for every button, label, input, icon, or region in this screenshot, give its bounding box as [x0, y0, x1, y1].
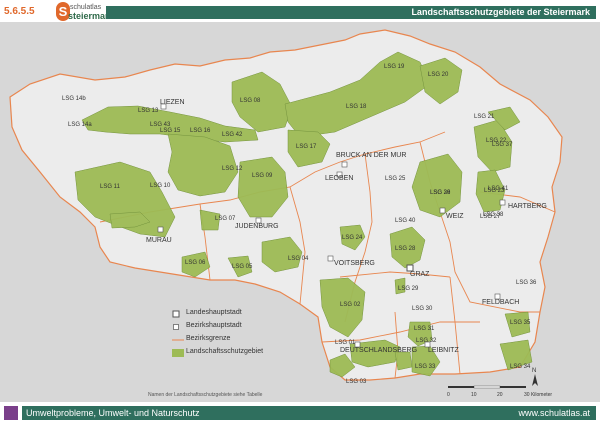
chapter-code: 5.6.5.5 [4, 6, 35, 17]
area-label: LSG 29 [398, 286, 419, 292]
area-label: LSG 06 [185, 260, 206, 266]
area-label: LSG 25 [385, 176, 406, 182]
area-label: LSG 34 [510, 364, 531, 370]
scale-tick: 20 [497, 392, 503, 398]
north-arrow: N [532, 368, 538, 386]
scale-tick: 0 [447, 392, 450, 398]
north-arrow-icon [532, 374, 538, 386]
area-label: LSG 24 [342, 235, 363, 241]
logo-top-text: schulatlas [70, 4, 102, 11]
area-label: LSG 01 [335, 340, 356, 346]
area-label: LSG 36 [516, 280, 537, 286]
place-label: VOITSBERG [334, 260, 375, 267]
area-label: LSG 20 [428, 72, 449, 78]
area-label: LSG 38 [483, 212, 504, 218]
place-label: FELDBACH [482, 299, 519, 306]
area-label: LSG 09 [252, 173, 273, 179]
district-capital-marker [157, 226, 164, 233]
area-label: LSG 16 [190, 128, 211, 134]
topic-icon [4, 406, 18, 420]
place-label: BRUCK AN DER MUR [336, 152, 406, 159]
place-label: HARTBERG [508, 203, 547, 210]
area-label: LSG 28 [395, 246, 416, 252]
protected-area-swatch-icon [172, 349, 184, 357]
place-label: MURAU [146, 237, 172, 244]
legend-district-capital: Bezirkshauptstadt [173, 322, 242, 330]
district-capital-marker [327, 255, 334, 262]
header-bar: 5.6.5.5 S schulatlas steiermark Landscha… [0, 0, 600, 22]
border-line-icon [172, 339, 184, 341]
schulatlas-logo[interactable]: S schulatlas steiermark [56, 2, 114, 21]
area-label: LSG 17 [296, 144, 317, 150]
area-label: LSG 07 [215, 216, 236, 222]
footer-stripe: Umweltprobleme, Umwelt- und Naturschutz … [22, 406, 596, 420]
map-title: Landschaftsschutzgebiete der Steiermark [411, 7, 590, 17]
place-label: JUDENBURG [235, 223, 279, 230]
area-label: LSG 37 [492, 142, 513, 148]
legend-protected-area: Landschaftsschutzgebiet [172, 348, 264, 357]
capital-square-icon [172, 310, 180, 318]
area-label: LSG 42 [222, 132, 243, 138]
area-label: LSG 11 [100, 184, 121, 190]
area-label: LSG 10 [150, 183, 171, 189]
place-label: LEOBEN [325, 175, 353, 182]
area-label: LSG 21 [474, 114, 495, 120]
legend-district-border: Bezirksgrenze [172, 335, 231, 342]
area-label: LSG 18 [346, 104, 367, 110]
styria-map: LSG 14b LSG 14a LSG 13 LSG 43 LSG 15 LSG… [9, 29, 563, 398]
area-label: LSG 14b [62, 96, 86, 102]
title-bar: Landschaftsschutzgebiete der Steiermark [106, 6, 596, 19]
area-label: LSG 40 [395, 218, 416, 224]
area-label: LSG 15 [160, 128, 181, 134]
place-label: LEIBNITZ [428, 347, 459, 354]
scale-bar: 0 10 20 30 Kilometer [447, 385, 552, 398]
area-label: LSG 05 [232, 264, 253, 270]
area-label: LSG 04 [288, 256, 309, 262]
place-label: WEIZ [446, 213, 464, 220]
area-label: LSG 19 [384, 64, 405, 70]
legend-capital: Landeshauptstadt [172, 309, 242, 318]
legend-note: Namen der Landschaftsschutzgebiete siehe… [148, 392, 263, 398]
place-label: GRAZ [410, 271, 430, 278]
north-label: N [532, 368, 536, 374]
district-capital-marker [341, 161, 348, 168]
area-label: LSG 03 [346, 379, 367, 385]
area-label: LSG 14a [68, 122, 92, 128]
district-capital-square-icon [173, 324, 179, 330]
legend-capital-label: Landeshauptstadt [186, 309, 242, 316]
area-label: LSG 08 [240, 98, 261, 104]
legend-protected-area-label: Landschaftsschutzgebiet [186, 348, 264, 355]
place-label: DEUTSCHLANDSBERG [340, 347, 417, 354]
footer-bar: Umweltprobleme, Umwelt- und Naturschutz … [0, 402, 600, 424]
district-capital-marker [439, 207, 446, 214]
area-label: LSG 13 [138, 108, 159, 114]
area-label: LSG 39 [430, 190, 451, 196]
footer-topic: Umweltprobleme, Umwelt- und Naturschutz [26, 408, 200, 418]
footer-website-link[interactable]: www.schulatlas.at [518, 406, 590, 420]
area-label: LSG 41 [488, 186, 509, 192]
place-label: LIEZEN [160, 99, 185, 106]
area-label: LSG 30 [412, 306, 433, 312]
area-label: LSG 35 [510, 320, 531, 326]
legend-district-border-label: Bezirksgrenze [186, 335, 231, 342]
map-area[interactable]: LSG 14b LSG 14a LSG 13 LSG 43 LSG 15 LSG… [0, 22, 600, 402]
area-label: LSG 02 [340, 302, 361, 308]
legend-district-capital-label: Bezirkshauptstadt [186, 322, 242, 329]
area-label: LSG 31 [414, 326, 435, 332]
area-label: LSG 12 [222, 166, 243, 172]
scale-tick: 10 [471, 392, 477, 398]
area-label: LSG 33 [415, 364, 436, 370]
scale-tick: 30 Kilometer [524, 392, 552, 398]
district-capital-marker [499, 199, 506, 206]
